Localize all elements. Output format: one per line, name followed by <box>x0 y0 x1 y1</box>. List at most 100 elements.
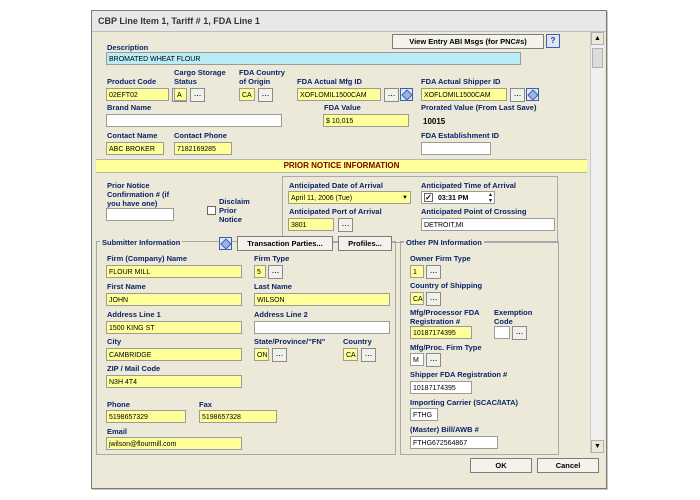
contact-name-field[interactable]: ABC BROKER <box>106 142 164 155</box>
dialog-window: CBP Line Item 1, Tariff # 1, FDA Line 1 … <box>91 10 607 489</box>
email-label: Email <box>107 427 128 436</box>
fda-shipper-id-label: FDA Actual Shipper ID <box>421 77 501 86</box>
port-of-arrival-label: Anticipated Port of Arrival <box>289 207 382 216</box>
port-lookup-button[interactable]: ... <box>338 218 353 232</box>
submitter-title: Submitter Information <box>100 238 183 247</box>
master-bill-label: (Master) Bill/AWB # <box>410 425 479 434</box>
state-lookup-button[interactable]: ... <box>272 348 287 362</box>
city-label: City <box>107 337 122 346</box>
phone-field[interactable]: 5198657329 <box>106 410 186 423</box>
fda-shipper-id-field[interactable]: XOFLOMIL1500CAM <box>421 88 507 101</box>
fda-value-field[interactable]: $ 10,015 <box>323 114 409 127</box>
prior-notice-band: PRIOR NOTICE INFORMATION <box>96 159 587 173</box>
country-origin-lookup-button[interactable]: ... <box>258 88 273 102</box>
last-name-label: Last Name <box>254 282 292 291</box>
importing-carrier-field[interactable]: FTHG <box>410 408 438 421</box>
first-name-label: First Name <box>107 282 146 291</box>
fax-field[interactable]: 5198657328 <box>199 410 277 423</box>
fda-value-label: FDA Value <box>324 103 361 112</box>
product-code-field[interactable]: 02EFT02 <box>106 88 169 101</box>
submitter-entity-icon[interactable] <box>219 237 232 250</box>
zip-label: ZIP / Mail Code <box>107 364 161 373</box>
country-of-shipping-label: Country of Shipping <box>410 281 483 290</box>
prior-notice-confirmation-field[interactable] <box>106 208 174 221</box>
owner-firm-type-field[interactable]: 1 <box>410 265 424 278</box>
address1-label: Address Line 1 <box>107 310 161 319</box>
transaction-parties-button[interactable]: Transaction Parties... <box>237 236 333 251</box>
arrival-date-value: April 11, 2006 (Tue) <box>291 195 353 202</box>
country-lookup-button[interactable]: ... <box>361 348 376 362</box>
country-label: Country <box>343 337 372 346</box>
ok-button[interactable]: OK <box>470 458 532 473</box>
first-name-field[interactable]: JOHN <box>106 293 242 306</box>
city-field[interactable]: CAMBRIDGE <box>106 348 242 361</box>
title-bar: CBP Line Item 1, Tariff # 1, FDA Line 1 <box>92 11 606 32</box>
country-field[interactable]: CA <box>343 348 358 361</box>
mfg-id-entity-icon[interactable] <box>400 88 413 101</box>
address2-field[interactable] <box>254 321 390 334</box>
brand-name-field[interactable] <box>106 114 282 127</box>
exemption-code-label: Exemption Code <box>494 308 533 326</box>
other-pn-title: Other PN Information <box>404 238 484 247</box>
contact-phone-field[interactable]: 7182169285 <box>174 142 232 155</box>
fda-mfg-id-field[interactable]: XOFLOMIL1500CAM <box>297 88 381 101</box>
last-name-field[interactable]: WILSON <box>254 293 390 306</box>
window-title: CBP Line Item 1, Tariff # 1, FDA Line 1 <box>98 16 260 26</box>
cargo-storage-field[interactable]: A <box>174 88 187 101</box>
zip-field[interactable]: N3H 4T4 <box>106 375 242 388</box>
shipper-id-entity-icon[interactable] <box>526 88 539 101</box>
point-of-crossing-label: Anticipated Point of Crossing <box>421 207 527 216</box>
arrival-time-label: Anticipated Time of Arrival <box>421 181 517 190</box>
state-field[interactable]: ON <box>254 348 269 361</box>
scroll-down-icon[interactable]: ▼ <box>591 440 604 453</box>
fda-establishment-field[interactable] <box>421 142 491 155</box>
country-of-shipping-field[interactable]: CA <box>410 292 424 305</box>
profiles-button[interactable]: Profiles... <box>338 236 392 251</box>
mfg-firm-type-lookup-button[interactable]: ... <box>426 353 441 367</box>
fda-mfg-id-label: FDA Actual Mfg ID <box>297 77 362 86</box>
mfg-firm-type-field[interactable]: M <box>410 353 424 366</box>
cancel-button[interactable]: Cancel <box>537 458 599 473</box>
point-of-crossing-field[interactable]: DETROIT,MI <box>421 218 555 231</box>
fda-country-origin-field[interactable]: CA <box>239 88 255 101</box>
help-icon[interactable]: ? <box>546 34 560 48</box>
port-of-arrival-field[interactable]: 3801 <box>288 218 334 231</box>
vertical-scrollbar[interactable]: ▲ ▼ <box>590 32 604 453</box>
dropdown-arrow-icon[interactable]: ▼ <box>402 192 408 203</box>
description-label: Description <box>107 43 149 52</box>
scroll-up-icon[interactable]: ▲ <box>591 32 604 45</box>
firm-name-field[interactable]: FLOUR MILL <box>106 265 242 278</box>
email-field[interactable]: jwilson@flourmill.com <box>106 437 242 450</box>
master-bill-field[interactable]: FTHG672564867 <box>410 436 498 449</box>
arrival-date-label: Anticipated Date of Arrival <box>289 181 383 190</box>
arrival-time-value: 03:31 PM <box>438 195 469 202</box>
mfg-id-lookup-button[interactable]: ... <box>384 88 399 102</box>
description-field[interactable]: BROMATED WHEAT FLOUR <box>106 52 521 65</box>
address1-field[interactable]: 1500 KING ST <box>106 321 242 334</box>
shipper-registration-field[interactable]: 10187174395 <box>410 381 472 394</box>
exemption-lookup-button[interactable]: ... <box>512 326 527 340</box>
brand-name-label: Brand Name <box>107 103 152 112</box>
firm-type-label: Firm Type <box>254 254 290 263</box>
contact-phone-label: Contact Phone <box>174 131 227 140</box>
arrival-date-field[interactable]: April 11, 2006 (Tue) ▼ <box>288 191 411 204</box>
product-code-label: Product Code <box>107 77 157 86</box>
scroll-thumb[interactable] <box>592 48 603 68</box>
view-abi-msgs-button[interactable]: View Entry ABI Msgs (for PNC#s) <box>392 34 544 49</box>
owner-firm-type-lookup-button[interactable]: ... <box>426 265 441 279</box>
mfg-registration-field[interactable]: 10187174395 <box>410 326 472 339</box>
firm-type-lookup-button[interactable]: ... <box>268 265 283 279</box>
arrival-time-checkbox[interactable]: ✓ <box>424 193 433 202</box>
cargo-storage-label: Cargo Storage Status <box>174 68 226 86</box>
address2-label: Address Line 2 <box>254 310 308 319</box>
exemption-code-field[interactable] <box>494 326 510 339</box>
firm-type-field[interactable]: 5 <box>254 265 266 278</box>
cargo-storage-lookup-button[interactable]: ... <box>190 88 205 102</box>
disclaim-prior-notice-checkbox[interactable] <box>207 206 216 215</box>
owner-firm-type-label: Owner Firm Type <box>410 254 471 263</box>
time-spinner-icon[interactable]: ▲ ▼ <box>488 192 493 203</box>
country-of-shipping-lookup-button[interactable]: ... <box>426 292 441 306</box>
shipper-id-lookup-button[interactable]: ... <box>510 88 525 102</box>
fax-label: Fax <box>199 400 212 409</box>
arrival-time-field[interactable]: ✓ 03:31 PM ▲ ▼ <box>421 191 495 204</box>
